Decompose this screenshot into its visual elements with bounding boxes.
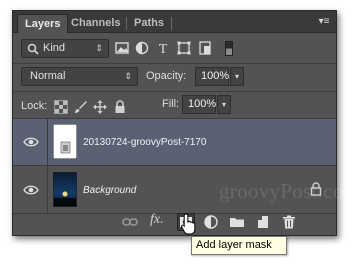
new-layer-icon[interactable] [255,214,271,230]
hand-cursor-icon [181,213,196,235]
fill-dropdown-button[interactable]: ▾ [217,95,231,114]
trash-icon[interactable] [281,214,297,230]
divider [47,119,48,165]
lock-image-pixels-icon[interactable] [74,100,88,114]
tooltip: Add layer mask [191,236,287,255]
adjustment-layer-icon[interactable] [203,214,219,230]
divider [13,91,336,92]
panel-menu-icon[interactable]: ▾≡ [316,15,332,29]
eye-icon[interactable] [23,134,39,150]
fill-input[interactable]: 100% [182,95,216,114]
shape-layer-filter-icon[interactable] [176,38,192,58]
type-layer-filter-icon[interactable]: T [155,38,171,58]
pixel-layer-filter-icon[interactable] [114,38,130,58]
filter-toggle-switch[interactable] [225,41,233,56]
adjustment-layer-filter-icon[interactable] [134,38,150,58]
layer-name[interactable]: Background [83,167,136,214]
divider [47,167,48,213]
filter-kind-select[interactable]: Kind ⇕ [21,39,109,58]
new-group-icon[interactable] [229,214,245,230]
fill-label: Fill: [162,98,180,110]
layers-panel: Layers Channels Paths ▾≡ Kind ⇕ T Normal… [12,10,352,236]
tab-separator [171,17,172,30]
lock-position-icon[interactable] [93,100,107,114]
fx-icon[interactable]: fx. [150,212,164,228]
layer-row[interactable]: 20130724-groovyPost-7170 [13,119,336,166]
opacity-dropdown-button[interactable]: ▾ [230,67,244,86]
layer-filter-row: Kind ⇕ T [13,33,336,63]
lock-label: Lock: [21,100,48,112]
smart-object-filter-icon[interactable] [197,38,213,58]
opacity-label: Opacity: [146,70,187,82]
chevron-updown-icon: ⇕ [95,43,103,53]
watermark: groovyPost.com [219,179,352,203]
panel-tab-bar: Layers Channels Paths ▾≡ [13,11,336,33]
link-layers-icon[interactable] [122,214,138,230]
blend-mode-value: Normal [30,70,66,82]
eye-icon[interactable] [23,182,39,198]
layer-name[interactable]: 20130724-groovyPost-7170 [83,119,206,166]
divider [13,63,336,64]
chevron-updown-icon: ⇕ [124,71,132,81]
layer-thumbnail [53,172,77,207]
svg-text:T: T [159,42,168,57]
filter-kind-label: Kind [43,42,66,54]
blend-mode-select[interactable]: Normal ⇕ [21,67,138,86]
layers-toolbar: fx. [13,209,336,235]
opacity-input[interactable]: 100% [195,67,229,86]
tab-paths[interactable]: Paths [127,14,171,33]
tab-channels[interactable]: Channels [64,14,128,33]
layer-thumbnail [53,124,77,159]
tab-layers[interactable]: Layers [17,14,69,33]
lock-all-icon[interactable] [113,100,127,114]
lock-transparent-pixels-icon[interactable] [54,100,68,114]
search-icon [27,43,39,55]
